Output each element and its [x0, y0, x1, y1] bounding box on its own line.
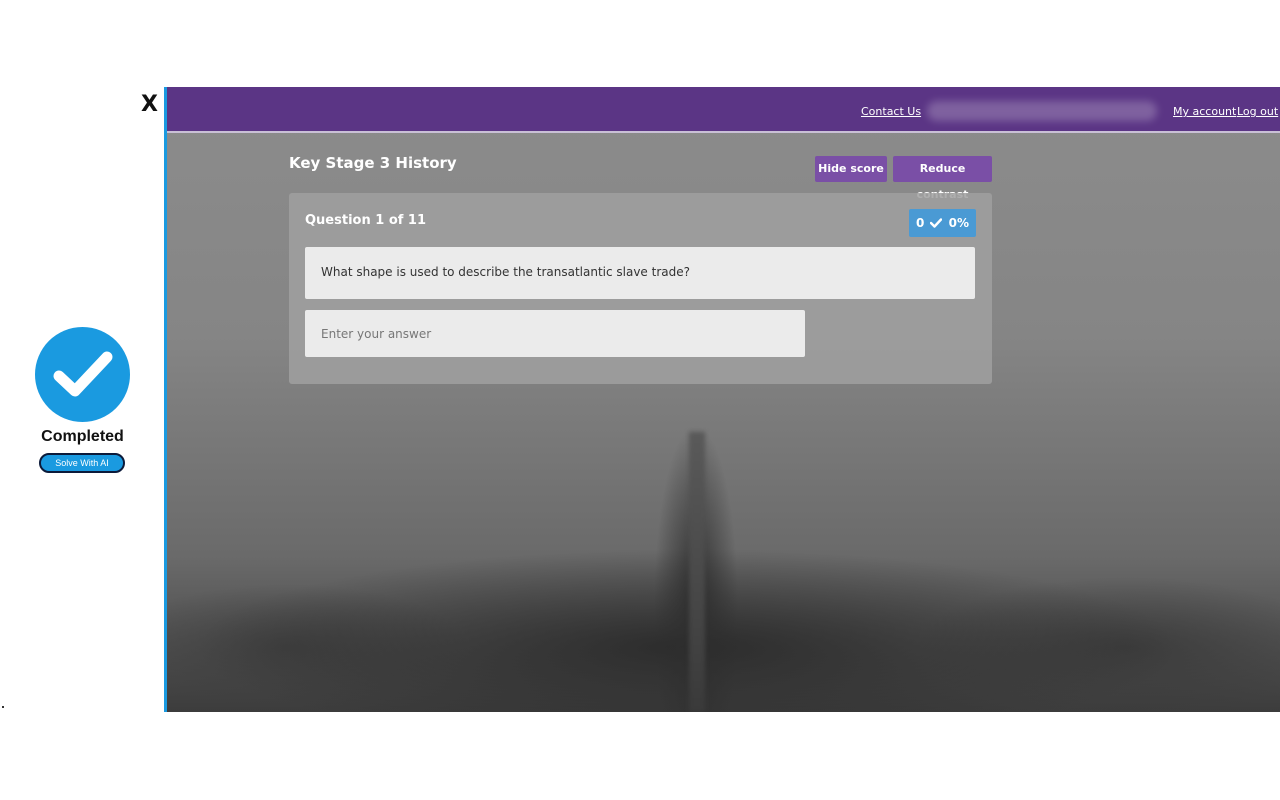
answer-input[interactable] — [305, 310, 805, 357]
my-account-link[interactable]: My account — [1173, 105, 1236, 118]
contact-us-link[interactable]: Contact Us — [861, 105, 921, 118]
completed-status-label: Completed — [41, 428, 124, 445]
reduce-contrast-button[interactable]: Reduce contrast — [893, 156, 992, 201]
score-correct-count: 0 — [915, 216, 925, 230]
background-image — [167, 87, 1280, 712]
close-button[interactable]: X — [141, 92, 158, 117]
score-badge: 0 0% — [909, 209, 976, 237]
background-monument — [689, 432, 705, 712]
solve-with-ai-button[interactable]: Solve With AI — [39, 453, 125, 473]
hide-score-button[interactable]: Hide score — [815, 156, 887, 182]
score-percent: 0% — [948, 216, 970, 230]
stray-dot — [2, 706, 4, 708]
blurred-user-info — [927, 101, 1157, 121]
page-title: Key Stage 3 History — [289, 154, 457, 172]
question-counter: Question 1 of 11 — [305, 213, 427, 228]
log-out-link[interactable]: Log out — [1237, 105, 1278, 118]
quiz-app-frame: Contact Us My account Log out Key Stage … — [164, 87, 1280, 712]
checkmark-icon — [930, 218, 943, 228]
checkmark-circle-icon — [35, 327, 130, 422]
top-navigation-bar: Contact Us My account Log out — [167, 87, 1280, 133]
question-card: Question 1 of 11 0 0% What shape is used… — [289, 193, 992, 384]
question-text: What shape is used to describe the trans… — [305, 247, 975, 299]
